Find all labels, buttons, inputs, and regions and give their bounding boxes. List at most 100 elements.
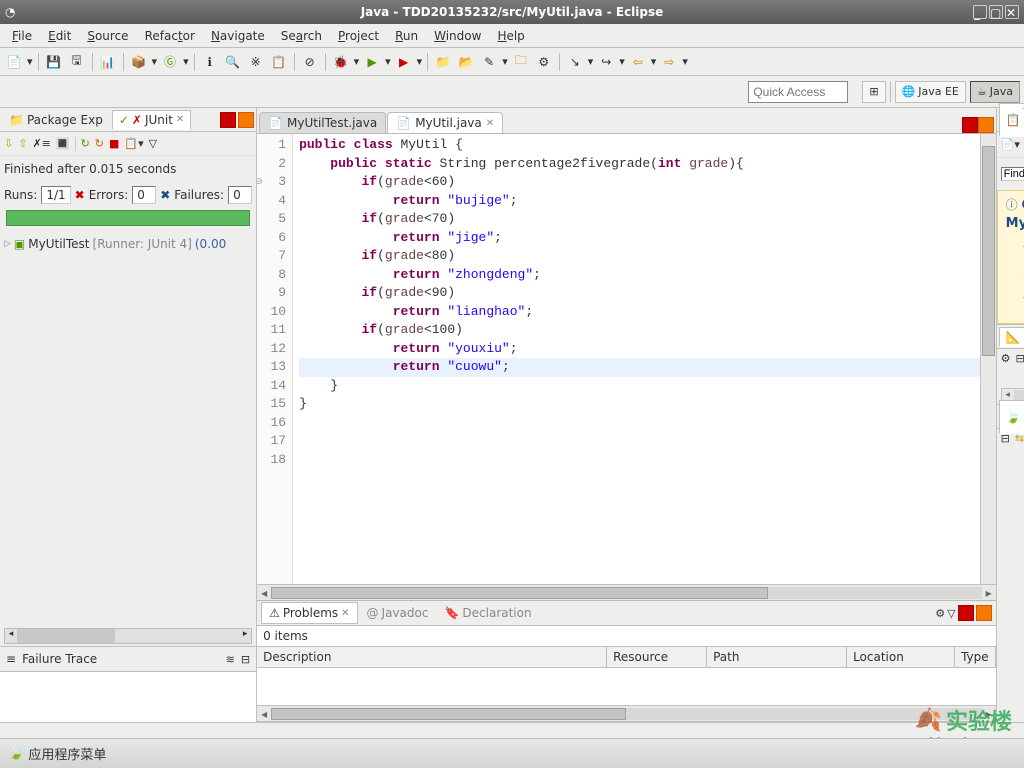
- open-type-button[interactable]: 📊: [98, 52, 118, 72]
- tab-javadoc[interactable]: @ Javadoc: [360, 603, 436, 623]
- menu-run[interactable]: Run: [387, 26, 426, 46]
- close-icon[interactable]: ✕: [486, 118, 494, 129]
- filter-icon[interactable]: ⊟: [241, 653, 250, 666]
- menu-help[interactable]: Help: [489, 26, 532, 46]
- window-close-button[interactable]: ✕: [1005, 5, 1019, 19]
- find-button[interactable]: ※: [246, 52, 266, 72]
- find-input[interactable]: [1001, 167, 1024, 181]
- show-failures-icon[interactable]: ✗≡: [32, 137, 50, 150]
- col-type[interactable]: Type: [955, 647, 996, 667]
- prev-failure-icon[interactable]: ⇧: [18, 137, 27, 150]
- compare-icon[interactable]: ≋: [226, 653, 235, 666]
- folder-button[interactable]: 🗀: [511, 52, 531, 72]
- close-icon[interactable]: ✕: [176, 114, 184, 125]
- menu-refactor[interactable]: Refactor: [137, 26, 203, 46]
- junit-tree[interactable]: ▷ ▣ MyUtilTest [Runner: JUnit 4] (0.00: [0, 232, 256, 256]
- view-menu-icon[interactable]: ▽: [149, 137, 157, 150]
- next-annotation-button[interactable]: ↪: [596, 52, 616, 72]
- link-icon[interactable]: ⚙: [935, 607, 945, 620]
- tab-problems[interactable]: ⚠ Problems ✕: [261, 602, 357, 624]
- app-menu-label[interactable]: 应用程序菜单: [28, 744, 106, 763]
- scroll-lock-icon[interactable]: 🔳: [56, 137, 70, 150]
- maximize-editor-button[interactable]: [978, 117, 994, 133]
- settings-button[interactable]: ⚙: [534, 52, 554, 72]
- col-path[interactable]: Path: [707, 647, 847, 667]
- new-button[interactable]: 📄: [4, 52, 24, 72]
- menu-source[interactable]: Source: [79, 26, 136, 46]
- window-minimize-button[interactable]: _: [973, 5, 987, 19]
- save-button[interactable]: 💾: [44, 52, 64, 72]
- menu-navigate[interactable]: Navigate: [203, 26, 273, 46]
- maximize-view-button[interactable]: [976, 605, 992, 621]
- rerun-test-icon[interactable]: ↻: [81, 137, 90, 150]
- app-icon: ◔: [5, 5, 19, 19]
- menu-search[interactable]: Search: [273, 26, 330, 46]
- perspective-java-ee[interactable]: 🌐 Java EE: [895, 81, 966, 103]
- new-task-icon[interactable]: 📄▾: [1001, 138, 1020, 151]
- debug-button[interactable]: 🐞: [331, 52, 351, 72]
- tab-declaration[interactable]: 🔖 Declaration: [437, 603, 538, 623]
- forward-button[interactable]: ⇨: [659, 52, 679, 72]
- close-icon[interactable]: ✕: [341, 608, 349, 619]
- wand-button[interactable]: ℹ: [200, 52, 220, 72]
- view-menu-icon[interactable]: ▽: [947, 607, 955, 620]
- next-failure-icon[interactable]: ⇩: [4, 137, 13, 150]
- search-button[interactable]: 🔍: [223, 52, 243, 72]
- tab-package-explorer[interactable]: 📁 Package Exp: [2, 110, 110, 130]
- perspective-java[interactable]: ☕ Java: [970, 81, 1020, 103]
- col-location[interactable]: Location: [847, 647, 955, 667]
- open-project-button[interactable]: 📂: [456, 52, 476, 72]
- failure-trace-icon: ≡: [6, 652, 16, 666]
- minimize-view-button[interactable]: [220, 112, 236, 128]
- new-package-button[interactable]: 📦: [129, 52, 149, 72]
- maximize-view-button[interactable]: [238, 112, 254, 128]
- minimize-view-button[interactable]: [958, 605, 974, 621]
- problems-hscroll[interactable]: ◂▸: [257, 705, 996, 721]
- skip-breakpoints-button[interactable]: ⊘: [300, 52, 320, 72]
- tab-spring-explorer[interactable]: 🍃 Spring Expl ✕: [999, 400, 1024, 434]
- menu-window[interactable]: Window: [426, 26, 489, 46]
- code-editor[interactable]: 123456789101112131415161718 public class…: [257, 134, 996, 584]
- link-icon[interactable]: ⇆: [1015, 432, 1024, 445]
- pin-button[interactable]: ✎: [479, 52, 499, 72]
- junit-summary: Finished after 0.015 seconds: [0, 156, 256, 182]
- col-resource[interactable]: Resource: [607, 647, 707, 667]
- step-button[interactable]: ↘: [565, 52, 585, 72]
- quick-access-input[interactable]: [748, 81, 848, 103]
- window-maximize-button[interactable]: ▢: [989, 5, 1003, 19]
- new-class-button[interactable]: Ⓖ: [160, 52, 180, 72]
- sort-icon[interactable]: ⊟: [1016, 352, 1024, 365]
- history-icon[interactable]: 📋▾: [124, 137, 143, 150]
- stop-icon[interactable]: ■: [109, 137, 119, 150]
- focus-icon[interactable]: ⚙: [1001, 352, 1011, 365]
- tab-outline[interactable]: 📐 Outline ✕: [999, 327, 1024, 347]
- rerun-failed-icon[interactable]: ↻: [95, 137, 104, 150]
- menu-file[interactable]: File: [4, 26, 40, 46]
- runs-label: Runs:: [4, 188, 37, 202]
- menu-edit[interactable]: Edit: [40, 26, 79, 46]
- menu-project[interactable]: Project: [330, 26, 387, 46]
- editor-tab-myutiltest[interactable]: 📄 MyUtilTest.java: [259, 112, 386, 133]
- open-perspective-button[interactable]: ⊞: [862, 81, 885, 103]
- code-body[interactable]: public class MyUtil { public static Stri…: [293, 134, 980, 584]
- editor-vscroll[interactable]: [980, 134, 996, 584]
- new-project-button[interactable]: 📁: [433, 52, 453, 72]
- minimize-editor-button[interactable]: [962, 117, 978, 133]
- tab-junit[interactable]: ✓✗ JUnit ✕: [112, 110, 191, 130]
- run-button[interactable]: ▶: [362, 52, 382, 72]
- errors-label: Errors:: [89, 188, 129, 202]
- col-description[interactable]: Description: [257, 647, 607, 667]
- save-all-button[interactable]: 🖫: [67, 52, 87, 72]
- junit-toolbar: ⇩ ⇧ ✗≡ 🔳 ↻ ↻ ■ 📋▾ ▽: [0, 132, 256, 156]
- expand-icon[interactable]: ▷: [4, 239, 11, 249]
- back-button[interactable]: ⇦: [628, 52, 648, 72]
- os-taskbar[interactable]: 🍃 应用程序菜单: [0, 738, 1024, 768]
- collapse-icon[interactable]: ⊟: [1001, 432, 1010, 445]
- junit-hscroll[interactable]: ◂ ▸: [4, 628, 252, 644]
- tab-task-list[interactable]: 📋 Task List ✕: [999, 103, 1024, 137]
- task-button[interactable]: 📋: [269, 52, 289, 72]
- editor-hscroll[interactable]: ◂▸: [257, 584, 996, 600]
- run-last-button[interactable]: ▶: [394, 52, 414, 72]
- junit-tree-row[interactable]: ▷ ▣ MyUtilTest [Runner: JUnit 4] (0.00: [2, 236, 254, 252]
- editor-tab-myutil[interactable]: 📄 MyUtil.java ✕: [387, 112, 503, 133]
